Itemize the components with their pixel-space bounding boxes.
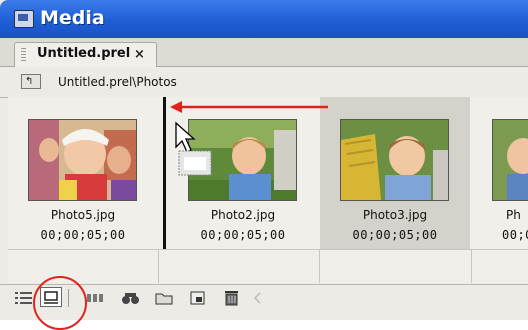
tab-label: Untitled.prel [37,46,131,61]
title-bar[interactable]: Media [0,0,528,38]
window-title: Media [40,7,105,29]
new-item-icon[interactable] [188,289,210,307]
row-divider [8,249,528,250]
up-folder-button[interactable]: ↰ [21,74,41,89]
thumbnail-item-selected[interactable]: Photo3.jpg 00;00;05;00 [320,97,470,249]
annotation-circle [33,276,87,330]
new-bin-icon[interactable] [154,289,176,307]
storyboard-icon[interactable] [86,289,108,307]
breadcrumb: Untitled.prel\Photos [58,75,177,89]
drag-cursor-icon [175,121,212,176]
thumbnail-grid: Photo5.jpg 00;00;05;00 Photo2.jpg 00;00;… [8,97,528,283]
drag-direction-arrow-icon [170,101,328,113]
media-panel-icon [14,10,34,28]
tab-row: Untitled.prel × [0,38,528,67]
thumbnail-name: Photo5.jpg [50,208,116,222]
thumbnail-image[interactable] [340,119,449,201]
collapse-icon[interactable] [250,289,266,307]
thumbnail-item[interactable]: Photo5.jpg 00;00;05;00 [8,97,158,249]
thumbnail-item[interactable]: Ph 00;0 [472,97,528,249]
thumbnail-name: Ph [506,208,521,222]
thumbnail-name: Photo2.jpg [210,208,276,222]
insertion-marker [163,97,166,249]
thumbnail-image[interactable] [492,119,528,201]
tab-close-icon[interactable]: × [134,47,145,62]
thumbnail-duration: 00;00;05;00 [352,228,438,242]
cell-divider [319,250,320,283]
thumbnail-name: Photo3.jpg [362,208,428,222]
tab-grip-icon[interactable] [21,48,26,62]
up-folder-icon: ↰ [25,76,34,87]
thumbnail-duration: 00;00;05;00 [40,228,126,242]
thumbnail-duration: 00;00;05;00 [200,228,286,242]
thumbnail-image[interactable] [28,119,137,201]
tab-untitled-prel[interactable]: Untitled.prel × [14,42,157,67]
cell-divider [471,250,472,283]
media-panel: Media Untitled.prel × ↰ Untitled.prel\Ph… [0,0,528,330]
path-bar: ↰ Untitled.prel\Photos [0,67,528,98]
thumbnail-duration: 00;0 [502,228,528,242]
delete-icon[interactable] [222,289,244,307]
find-icon[interactable] [120,289,142,307]
cell-divider [158,250,159,283]
